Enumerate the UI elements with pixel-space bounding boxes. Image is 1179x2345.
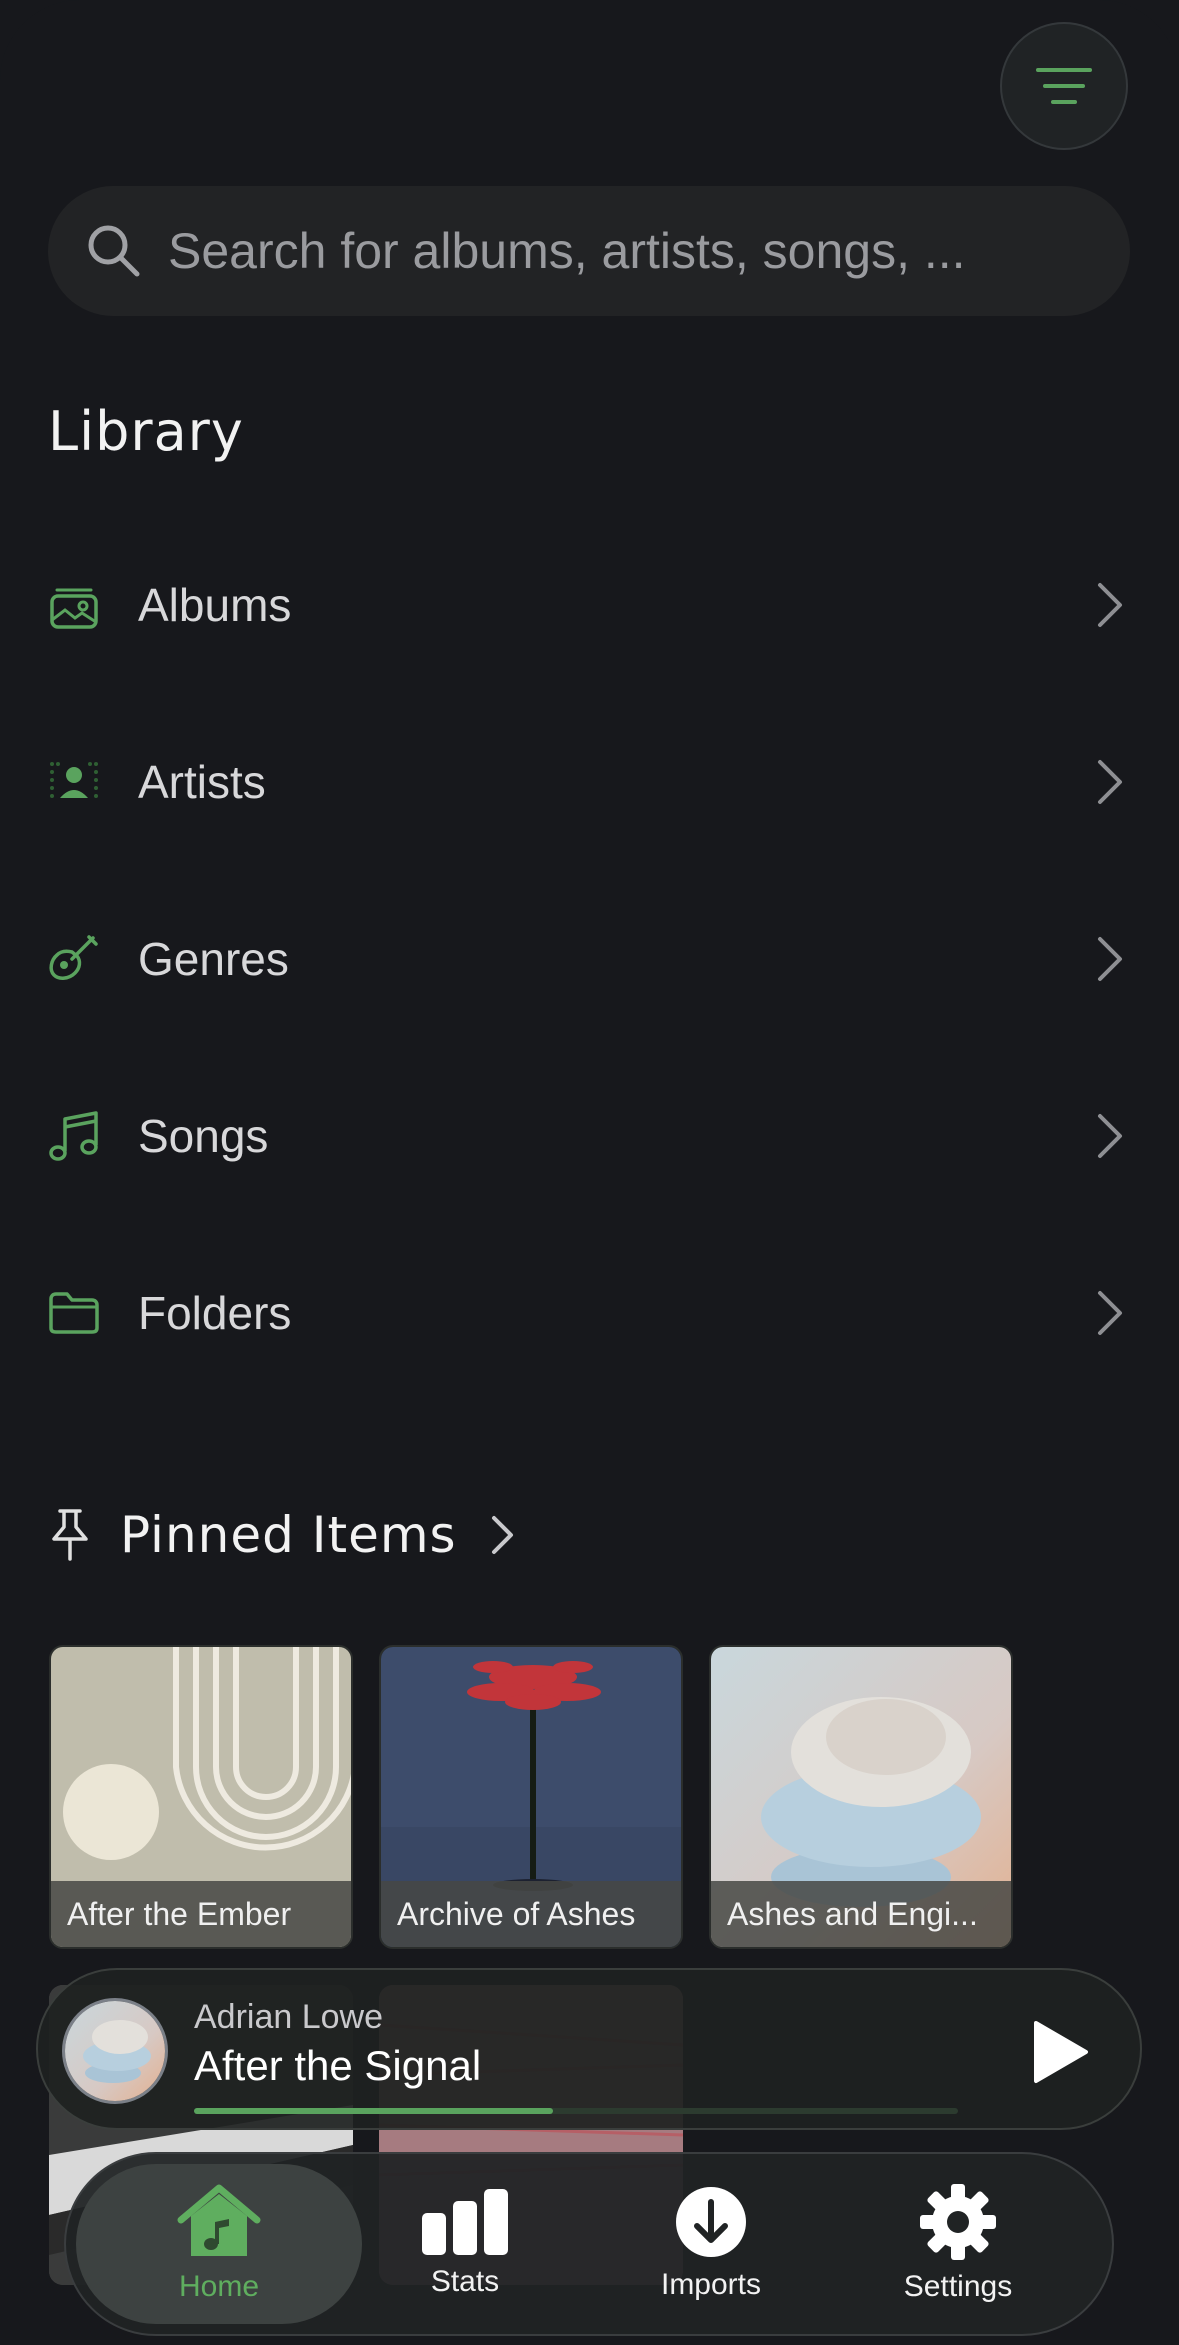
menu-button[interactable] — [1000, 22, 1128, 150]
menu-icon — [1036, 68, 1092, 104]
play-button[interactable] — [1020, 2012, 1100, 2092]
pin-icon — [52, 1509, 88, 1561]
music-note-icon — [48, 1110, 100, 1162]
chevron-right-icon — [1090, 756, 1130, 808]
folder-icon — [48, 1287, 100, 1339]
search-icon — [88, 225, 140, 277]
library-item-genres[interactable]: Genres — [48, 899, 1130, 1019]
pinned-item-tile[interactable]: Ashes and Engi... — [709, 1645, 1013, 1949]
album-icon — [48, 579, 100, 631]
tab-label: Imports — [660, 2268, 762, 2301]
chevron-right-icon — [1090, 1287, 1130, 1339]
library-item-label: Songs — [138, 1110, 269, 1162]
tab-stats[interactable]: Stats — [345, 2154, 585, 2334]
search-placeholder: Search for albums, artists, songs, ... — [168, 223, 966, 279]
home-icon — [177, 2184, 261, 2256]
library-item-songs[interactable]: Songs — [48, 1076, 1130, 1196]
now-playing-artwork — [62, 1998, 168, 2104]
library-item-artists[interactable]: Artists — [48, 722, 1130, 842]
pinned-items-header[interactable]: Pinned Items — [48, 1500, 515, 1570]
library-item-label: Artists — [138, 756, 266, 808]
tab-label: Stats — [430, 2265, 500, 2298]
now-playing-bar[interactable]: Adrian Lowe After the Signal — [36, 1968, 1142, 2130]
library-item-label: Folders — [138, 1287, 292, 1339]
library-item-albums[interactable]: Albums — [48, 545, 1130, 665]
pinned-item-tile[interactable]: After the Ember — [49, 1645, 353, 1949]
library-item-label: Genres — [138, 933, 289, 985]
stats-icon — [422, 2189, 508, 2255]
bottom-tab-bar: Home Stats Imports Settings — [64, 2152, 1114, 2336]
pinned-item-label: Archive of Ashes — [381, 1881, 681, 1947]
tab-label: Home — [178, 2270, 260, 2303]
tab-home[interactable]: Home — [76, 2164, 362, 2324]
pinned-item-label: After the Ember — [51, 1881, 351, 1947]
pinned-items-title: Pinned Items — [120, 1506, 457, 1564]
library-item-label: Albums — [138, 579, 292, 631]
play-icon — [1034, 2021, 1088, 2083]
now-playing-artist: Adrian Lowe — [194, 1998, 384, 2036]
download-icon — [676, 2187, 746, 2257]
library-item-folders[interactable]: Folders — [48, 1253, 1130, 1373]
chevron-right-icon — [1090, 1110, 1130, 1162]
chevron-right-icon — [491, 1516, 513, 1554]
pinned-item-label: Ashes and Engi... — [711, 1881, 1011, 1947]
chevron-right-icon — [1090, 579, 1130, 631]
playback-progress-bar[interactable] — [194, 2108, 958, 2114]
gear-icon — [920, 2184, 996, 2260]
now-playing-title: After the Signal — [194, 2042, 482, 2089]
artist-icon — [48, 756, 100, 808]
home-screen: Search for albums, artists, songs, ... L… — [0, 0, 1179, 2345]
search-input[interactable]: Search for albums, artists, songs, ... — [48, 186, 1130, 316]
tab-label: Settings — [903, 2270, 1013, 2303]
tab-settings[interactable]: Settings — [838, 2154, 1078, 2334]
pinned-item-tile[interactable]: Archive of Ashes — [379, 1645, 683, 1949]
library-title: Library — [48, 400, 244, 463]
guitar-icon — [48, 933, 100, 985]
chevron-right-icon — [1090, 933, 1130, 985]
tab-imports[interactable]: Imports — [591, 2154, 831, 2334]
playback-progress-fill — [194, 2108, 554, 2114]
